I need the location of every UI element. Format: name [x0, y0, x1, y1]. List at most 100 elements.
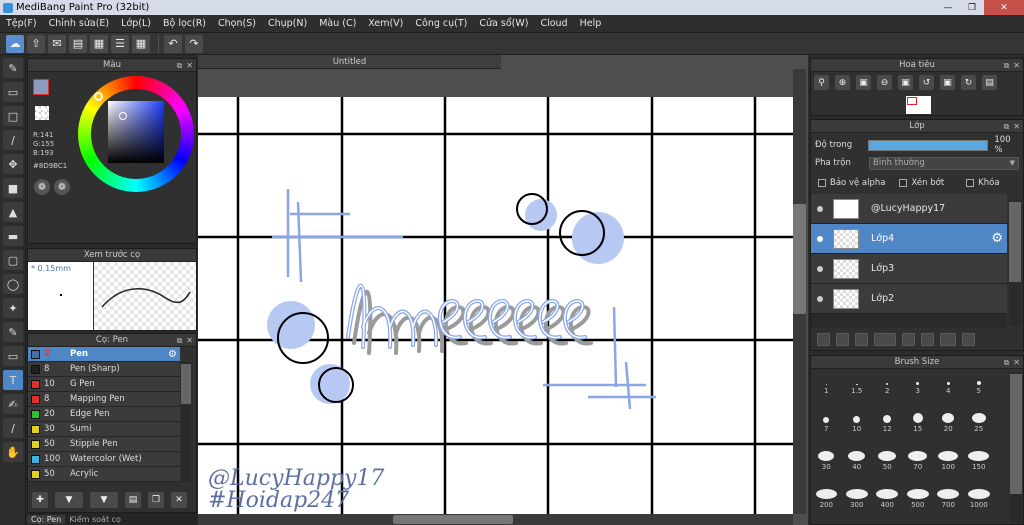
navigator-thumbnail[interactable]: [906, 96, 931, 114]
brush-size-option[interactable]: 7: [811, 413, 842, 433]
duplicate-icon[interactable]: ❐: [148, 492, 164, 508]
gradient-tool-icon[interactable]: ▬: [3, 226, 23, 246]
rotate-left-icon[interactable]: ↺: [919, 75, 934, 90]
add-layer-menu-icon[interactable]: [874, 332, 896, 346]
brush-item-sumi[interactable]: 30 Sumi: [28, 422, 180, 437]
protect-alpha-checkbox[interactable]: [818, 179, 826, 187]
menu-filter[interactable]: Bộ lọc(R): [157, 18, 212, 29]
fit-icon[interactable]: ▣: [856, 75, 871, 90]
brush-size-option[interactable]: 25: [964, 413, 995, 433]
brush-size-option[interactable]: 15: [903, 413, 934, 433]
brush-item-edge-pen[interactable]: 20 Edge Pen: [28, 407, 180, 422]
brush-item-pen[interactable]: 2 Pen ⚙: [28, 347, 180, 362]
brush-tool-icon[interactable]: ✎: [3, 58, 23, 78]
layer-list-scrollbar[interactable]: [1009, 200, 1021, 326]
brush-item-stipple-pen[interactable]: 50 Stipple Pen: [28, 437, 180, 452]
document-tab[interactable]: Untitled: [198, 55, 501, 69]
brush-size-scrollbar[interactable]: [1010, 372, 1022, 522]
sub-color-swatch[interactable]: [35, 106, 49, 120]
cloud-brush-icon[interactable]: ▼: [90, 492, 118, 508]
add-brush-menu-icon[interactable]: ▼: [55, 492, 83, 508]
screen-icon[interactable]: ▤: [69, 34, 87, 53]
brush-size-option[interactable]: 100: [933, 451, 964, 471]
panel-float-icon[interactable]: ⧉: [177, 336, 183, 346]
panel-close-icon[interactable]: ✕: [186, 336, 193, 345]
comment-icon[interactable]: ✉: [48, 34, 66, 53]
line-tool-icon[interactable]: ∕: [3, 130, 23, 150]
brush-item-pen-sharp[interactable]: 8 Pen (Sharp): [28, 362, 180, 377]
menu-help[interactable]: Help: [574, 18, 608, 29]
layer-scroll-thumb[interactable]: [1009, 202, 1021, 282]
new-8bit-layer-icon[interactable]: [855, 332, 868, 346]
add-brush-icon[interactable]: ✚: [32, 492, 48, 508]
delete-layer-icon[interactable]: [962, 332, 975, 346]
grid-icon[interactable]: ▦: [132, 34, 150, 53]
visibility-icon[interactable]: [817, 265, 823, 272]
brush-size-option[interactable]: 4: [933, 375, 964, 395]
select-tool-icon[interactable]: ▢: [3, 250, 23, 270]
duplicate-layer-icon[interactable]: [921, 332, 934, 346]
layer-item-lop2[interactable]: Lớp2: [811, 284, 1007, 314]
palette-settings-icon[interactable]: ❁: [54, 179, 70, 195]
brush-size-option[interactable]: 50: [872, 451, 903, 471]
layer-item-lop4[interactable]: Lớp4 ⚙: [811, 224, 1007, 254]
close-button[interactable]: ✕: [984, 0, 1024, 15]
lasso-tool-icon[interactable]: ◯: [3, 274, 23, 294]
select-pen-tool-icon[interactable]: ✎: [3, 322, 23, 342]
maximize-button[interactable]: ❐: [960, 0, 984, 15]
document-icon[interactable]: ▦: [90, 34, 108, 53]
zoom-out-icon[interactable]: ⊖: [877, 75, 892, 90]
brush-size-option[interactable]: 300: [842, 489, 873, 509]
visibility-icon[interactable]: [817, 295, 823, 302]
brush-size-option[interactable]: 500: [903, 489, 934, 509]
panel-close-icon[interactable]: ✕: [1013, 61, 1020, 70]
brush-item-acrylic[interactable]: 50 Acrylic: [28, 467, 180, 482]
menu-edit[interactable]: Chỉnh sửa(E): [43, 18, 116, 29]
trash-icon[interactable]: ✕: [171, 492, 187, 508]
brush-size-option[interactable]: 1: [811, 375, 842, 395]
share-icon[interactable]: ⇧: [27, 34, 45, 53]
menu-cloud[interactable]: Cloud: [534, 18, 573, 29]
canvas-vscroll-thumb[interactable]: [793, 204, 806, 314]
panel-float-icon[interactable]: ⧉: [177, 61, 183, 71]
brush-item-mapping-pen[interactable]: 8 Mapping Pen: [28, 392, 180, 407]
brush-size-option[interactable]: 150: [964, 451, 995, 471]
brush-size-option[interactable]: 10: [842, 413, 873, 433]
layer-item-lop3[interactable]: Lớp3: [811, 254, 1007, 284]
text-tool-icon[interactable]: T: [3, 370, 23, 390]
menu-select[interactable]: Chọn(S): [212, 18, 262, 29]
brush-size-option[interactable]: 5: [964, 375, 995, 395]
sv-cursor[interactable]: [119, 112, 127, 120]
shape-tool-icon[interactable]: □: [3, 106, 23, 126]
brush-size-option[interactable]: 3: [903, 375, 934, 395]
canvas-horizontal-scrollbar[interactable]: [198, 514, 793, 525]
scroll-thumb[interactable]: [181, 364, 191, 404]
menu-snap[interactable]: Chụp(N): [262, 18, 313, 29]
layer-folder-icon[interactable]: [902, 332, 915, 346]
hue-cursor[interactable]: [94, 92, 103, 101]
blend-select[interactable]: Bình thường ▼: [869, 156, 1019, 170]
menu-window[interactable]: Cửa sổ(W): [473, 18, 534, 29]
visibility-icon[interactable]: [817, 205, 823, 212]
opacity-slider[interactable]: [868, 139, 989, 151]
brush-size-option[interactable]: 30: [811, 451, 842, 471]
clipping-checkbox[interactable]: [899, 179, 908, 187]
drawing-canvas[interactable]: @LucyHappy17 #Hoidap247: [198, 97, 793, 514]
tab-brush[interactable]: Cọ: Pen: [27, 514, 66, 524]
navigator-viewport[interactable]: [907, 97, 917, 105]
panel-float-icon[interactable]: ⧉: [1004, 358, 1010, 368]
dropper-tool-icon[interactable]: ∕: [3, 418, 23, 438]
canvas-vertical-scrollbar[interactable]: [793, 69, 806, 514]
merge-down-icon[interactable]: [940, 332, 956, 346]
gear-icon[interactable]: ⚙: [991, 231, 1003, 246]
hand-tool-icon[interactable]: ✋: [3, 442, 23, 462]
reset-view-icon[interactable]: ▤: [982, 75, 997, 90]
eyedropper-tool-icon[interactable]: ✍: [3, 394, 23, 414]
brush-size-option[interactable]: 70: [903, 451, 934, 471]
panel-float-icon[interactable]: ⧉: [1004, 61, 1010, 71]
brush-size-option[interactable]: 12: [872, 413, 903, 433]
rotate-right-icon[interactable]: ↻: [961, 75, 976, 90]
eraser-tool-icon[interactable]: ▭: [3, 82, 23, 102]
brush-size-option[interactable]: 1000: [964, 489, 995, 509]
brush-item-watercolor-wet[interactable]: 100 Watercolor (Wet): [28, 452, 180, 467]
